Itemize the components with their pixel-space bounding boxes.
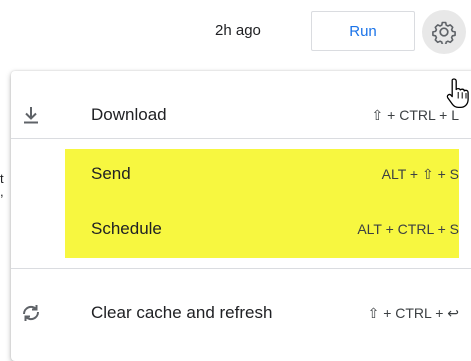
background-text-fragment: ,: [0, 184, 4, 199]
toolbar: 2h ago Run: [0, 0, 471, 70]
hand-cursor-icon: [446, 78, 469, 109]
menu-item-label: Clear cache and refresh: [91, 303, 273, 322]
refresh-icon: [19, 301, 43, 325]
menu-item-download[interactable]: Download ⇧ + CTRL + L: [11, 91, 471, 139]
settings-button[interactable]: [422, 10, 466, 54]
menu-item-label: Download: [91, 105, 167, 124]
menu-item-label: Schedule: [91, 219, 162, 238]
menu-item-clear-cache[interactable]: Clear cache and refresh ⇧ + CTRL + ↩: [11, 289, 471, 337]
menu-divider: [11, 138, 471, 139]
download-icon: [19, 103, 43, 127]
menu-item-send[interactable]: Send ALT + ⇧ + S: [11, 150, 471, 198]
gear-icon: [432, 21, 456, 44]
settings-menu: Download ⇧ + CTRL + L Send ALT + ⇧ + S S…: [11, 71, 471, 361]
menu-item-schedule[interactable]: Schedule ALT + CTRL + S: [11, 205, 471, 253]
run-button[interactable]: Run: [311, 11, 415, 51]
menu-item-shortcut: ALT + ⇧ + S: [381, 166, 459, 182]
menu-divider: [11, 268, 471, 269]
menu-item-shortcut: ⇧ + CTRL + ↩: [367, 305, 459, 321]
menu-item-shortcut: ALT + CTRL + S: [357, 221, 459, 237]
menu-item-label: Send: [91, 164, 131, 183]
last-run-time: 2h ago: [215, 22, 261, 39]
